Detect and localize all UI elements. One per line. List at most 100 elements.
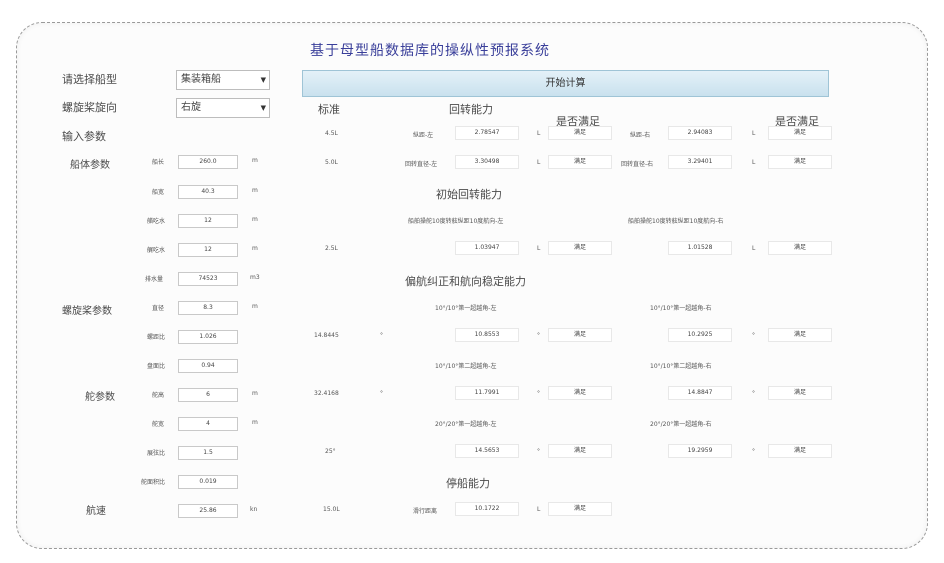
param-unit: m3 [250, 274, 260, 281]
param-label: 舵宽 [152, 421, 165, 428]
satisfied-value: 满足 [548, 502, 612, 516]
param-unit: m [252, 419, 258, 426]
param-input[interactable]: 260.0 [178, 155, 238, 169]
section-stopping: 停船能力 [446, 477, 490, 490]
satisfied-value: 满足 [768, 126, 832, 140]
result-label: 回转直径-左 [405, 161, 438, 168]
result-label: 20°/20°第一超越角-右 [650, 421, 712, 428]
result-unit: ° [752, 332, 755, 339]
param-label: 展弦比 [147, 450, 166, 457]
section-turning: 回转能力 [449, 103, 493, 116]
result-unit: ° [537, 332, 540, 339]
param-input[interactable]: 12 [178, 214, 238, 228]
group-hull: 船体参数 [70, 160, 110, 171]
result-label: 纵距-右 [630, 132, 651, 139]
result-label: 滑行距离 [413, 508, 438, 515]
param-label: 盘面比 [147, 363, 166, 370]
group-rudder: 舵参数 [85, 392, 115, 403]
chevron-down-icon: ▼ [260, 104, 266, 112]
result-label: 回转直径-右 [621, 161, 654, 168]
result-unit: ° [537, 448, 540, 455]
result-value: 14.5653 [455, 444, 519, 458]
result-unit: L [537, 506, 541, 513]
group-propeller: 螺旋桨参数 [62, 306, 112, 317]
standard-value: 14.8445 [314, 332, 339, 339]
result-unit: L [752, 130, 756, 137]
param-unit: m [252, 390, 258, 397]
satisfied-value: 满足 [768, 328, 832, 342]
param-label: 船长 [152, 159, 165, 166]
prop-dir-label: 螺旋桨旋向 [62, 101, 117, 114]
satisfied-value: 满足 [548, 444, 612, 458]
result-unit: L [537, 159, 541, 166]
result-value: 10.2925 [668, 328, 732, 342]
result-value: 19.2959 [668, 444, 732, 458]
result-value: 14.8847 [668, 386, 732, 400]
result-unit: ° [752, 448, 755, 455]
standard-value: 4.5L [325, 130, 338, 137]
param-label: 船宽 [152, 189, 165, 196]
result-value: 11.7991 [455, 386, 519, 400]
prop-dir-value: 右旋 [181, 102, 201, 113]
param-input[interactable]: 6 [178, 388, 238, 402]
result-unit: ° [752, 390, 755, 397]
param-input[interactable]: 0.019 [178, 475, 238, 489]
result-value: 1.03947 [455, 241, 519, 255]
result-unit: L [752, 159, 756, 166]
ship-type-select[interactable]: 集装箱船 ▼ [176, 70, 270, 90]
param-input[interactable]: 4 [178, 417, 238, 431]
result-label: 20°/20°第一超越角-左 [435, 421, 497, 428]
group-speed: 航速 [86, 506, 106, 517]
param-label: 直径 [152, 305, 165, 312]
result-value: 2.94083 [668, 126, 732, 140]
standard-value: 2.5L [325, 245, 338, 252]
satisfied-value: 满足 [548, 328, 612, 342]
standard-value: 32.4168 [314, 390, 339, 397]
satisfied-value: 满足 [548, 241, 612, 255]
param-label: 艏吃水 [147, 218, 166, 225]
param-input[interactable]: 0.94 [178, 359, 238, 373]
param-input[interactable]: 74523 [178, 272, 238, 286]
standard-value: 15.0L [323, 506, 340, 513]
satisfied-value: 满足 [768, 155, 832, 169]
satisfied-value: 满足 [548, 126, 612, 140]
satisfied-value: 满足 [768, 386, 832, 400]
page-title: 基于母型船数据库的操纵性预报系统 [310, 43, 550, 59]
prop-dir-select[interactable]: 右旋 ▼ [176, 98, 270, 118]
satisfied-value: 满足 [768, 444, 832, 458]
ship-type-value: 集装箱船 [181, 74, 221, 85]
standard-value: 25° [325, 448, 336, 455]
result-label: 船舶操舵10度转舷纵距10度航向-右 [628, 218, 724, 225]
result-unit: L [537, 130, 541, 137]
param-unit: m [252, 245, 258, 252]
result-unit: L [752, 245, 756, 252]
result-label: 10°/10°第一超越角-左 [435, 305, 497, 312]
speed-input[interactable]: 25.86 [178, 504, 238, 518]
start-calc-button[interactable]: 开始计算 [302, 70, 829, 97]
satisfied-value: 满足 [548, 386, 612, 400]
param-unit: m [252, 303, 258, 310]
result-value: 10.1722 [455, 502, 519, 516]
standard-unit: ° [380, 390, 383, 397]
param-unit: m [252, 216, 258, 223]
result-label: 船舶操舵10度转舷纵距10度航向-左 [408, 218, 504, 225]
param-label: 螺距比 [147, 334, 166, 341]
input-params-label: 输入参数 [62, 130, 106, 143]
param-label: 排水量 [145, 276, 164, 283]
result-label: 10°/10°第二超越角-左 [435, 363, 497, 370]
result-value: 2.78547 [455, 126, 519, 140]
param-unit: m [252, 187, 258, 194]
standard-header: 标准 [318, 103, 340, 116]
result-label: 10°/10°第二超越角-右 [650, 363, 712, 370]
param-input[interactable]: 12 [178, 243, 238, 257]
param-input[interactable]: 1.026 [178, 330, 238, 344]
param-unit: m [252, 157, 258, 164]
param-input[interactable]: 1.5 [178, 446, 238, 460]
param-unit: kn [250, 506, 258, 513]
result-label: 10°/10°第一超越角-右 [650, 305, 712, 312]
result-label: 纵距-左 [413, 132, 434, 139]
satisfied-value: 满足 [548, 155, 612, 169]
param-input[interactable]: 8.3 [178, 301, 238, 315]
param-input[interactable]: 40.3 [178, 185, 238, 199]
param-label: 舵高 [152, 392, 165, 399]
